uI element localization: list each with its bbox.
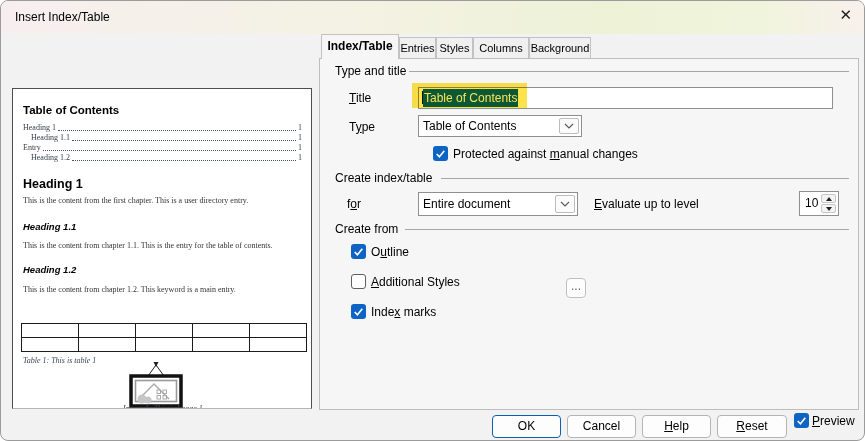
preview-toc-entry: Heading 11 bbox=[23, 122, 302, 132]
tab-entries[interactable]: Entries bbox=[399, 37, 436, 58]
cancel-button[interactable]: Cancel bbox=[567, 415, 636, 438]
preview-table-caption: Table 1: This is table 1 bbox=[23, 356, 96, 365]
insert-index-table-dialog: Insert Index/Table ✕ Table of Contents H… bbox=[0, 0, 865, 441]
outline-label: Outline bbox=[371, 245, 409, 259]
group-type-and-title: Type and title bbox=[335, 64, 406, 78]
preview-heading-1-1: Heading 1.1 bbox=[23, 221, 76, 232]
title-bar: Insert Index/Table ✕ bbox=[1, 1, 864, 34]
preview-checkbox-label: Preview bbox=[812, 414, 855, 428]
index-marks-label: Index marks bbox=[371, 305, 436, 319]
preview-body-1: This is the content from the first chapt… bbox=[23, 196, 303, 205]
preview-toc-entry: Heading 1.11 bbox=[23, 132, 302, 142]
evaluate-level-spinner[interactable]: 10 bbox=[799, 191, 839, 216]
window-title: Insert Index/Table bbox=[15, 10, 110, 24]
for-label: for bbox=[347, 197, 361, 211]
protected-checkbox[interactable] bbox=[433, 146, 448, 161]
preview-toc-entry: Entry1 bbox=[23, 142, 302, 152]
chevron-down-icon[interactable] bbox=[555, 195, 575, 213]
additional-styles-checkbox[interactable] bbox=[351, 274, 366, 289]
preview-image-caption: Image 1: This is Image 1 bbox=[123, 404, 203, 409]
preview-body-1-2: This is the content from chapter 1.2. Th… bbox=[23, 285, 303, 294]
reset-button[interactable]: Reset bbox=[717, 415, 787, 438]
group-create-index: Create index/table bbox=[335, 171, 432, 185]
chevron-down-icon[interactable] bbox=[559, 118, 579, 134]
for-dropdown[interactable]: Entire document bbox=[418, 192, 578, 216]
preview-body-1-1: This is the content from chapter 1.1. Th… bbox=[23, 241, 303, 250]
help-button[interactable]: Help bbox=[642, 415, 711, 438]
evaluate-label: Evaluate up to level bbox=[594, 197, 699, 211]
group-line bbox=[409, 71, 849, 72]
protected-label: Protected against manual changes bbox=[453, 147, 638, 161]
preview-table bbox=[21, 323, 307, 352]
more-styles-button[interactable]: ... bbox=[566, 278, 586, 298]
type-label: Type bbox=[349, 120, 375, 134]
type-dropdown[interactable]: Table of Contents bbox=[418, 115, 582, 137]
preview-heading-1-2: Heading 1.2 bbox=[23, 264, 76, 275]
ok-button[interactable]: OK bbox=[492, 415, 561, 438]
preview-toc-entry: Heading 1.21 bbox=[23, 152, 302, 162]
tab-columns[interactable]: Columns bbox=[473, 37, 529, 58]
spin-up-icon[interactable] bbox=[821, 194, 836, 203]
tab-styles[interactable]: Styles bbox=[436, 37, 473, 58]
group-line bbox=[441, 178, 849, 179]
additional-styles-label: Additional Styles bbox=[371, 275, 460, 289]
preview-image bbox=[118, 361, 188, 409]
tab-index-table[interactable]: Index/Table bbox=[321, 34, 399, 59]
preview-pane: Table of Contents Heading 11 Heading 1.1… bbox=[12, 88, 312, 409]
preview-toc-title: Table of Contents bbox=[23, 104, 119, 116]
preview-heading-1: Heading 1 bbox=[23, 177, 83, 191]
highlight-annotation bbox=[412, 83, 527, 108]
outline-checkbox[interactable] bbox=[351, 244, 366, 259]
preview-checkbox[interactable] bbox=[794, 413, 809, 428]
spin-down-icon[interactable] bbox=[821, 204, 836, 213]
group-create-from: Create from bbox=[335, 222, 398, 236]
close-icon[interactable]: ✕ bbox=[839, 6, 852, 24]
tab-panel bbox=[319, 58, 859, 410]
title-label: Title bbox=[349, 91, 371, 105]
group-line bbox=[405, 229, 849, 230]
tab-background[interactable]: Background bbox=[529, 37, 591, 58]
index-marks-checkbox[interactable] bbox=[351, 304, 366, 319]
